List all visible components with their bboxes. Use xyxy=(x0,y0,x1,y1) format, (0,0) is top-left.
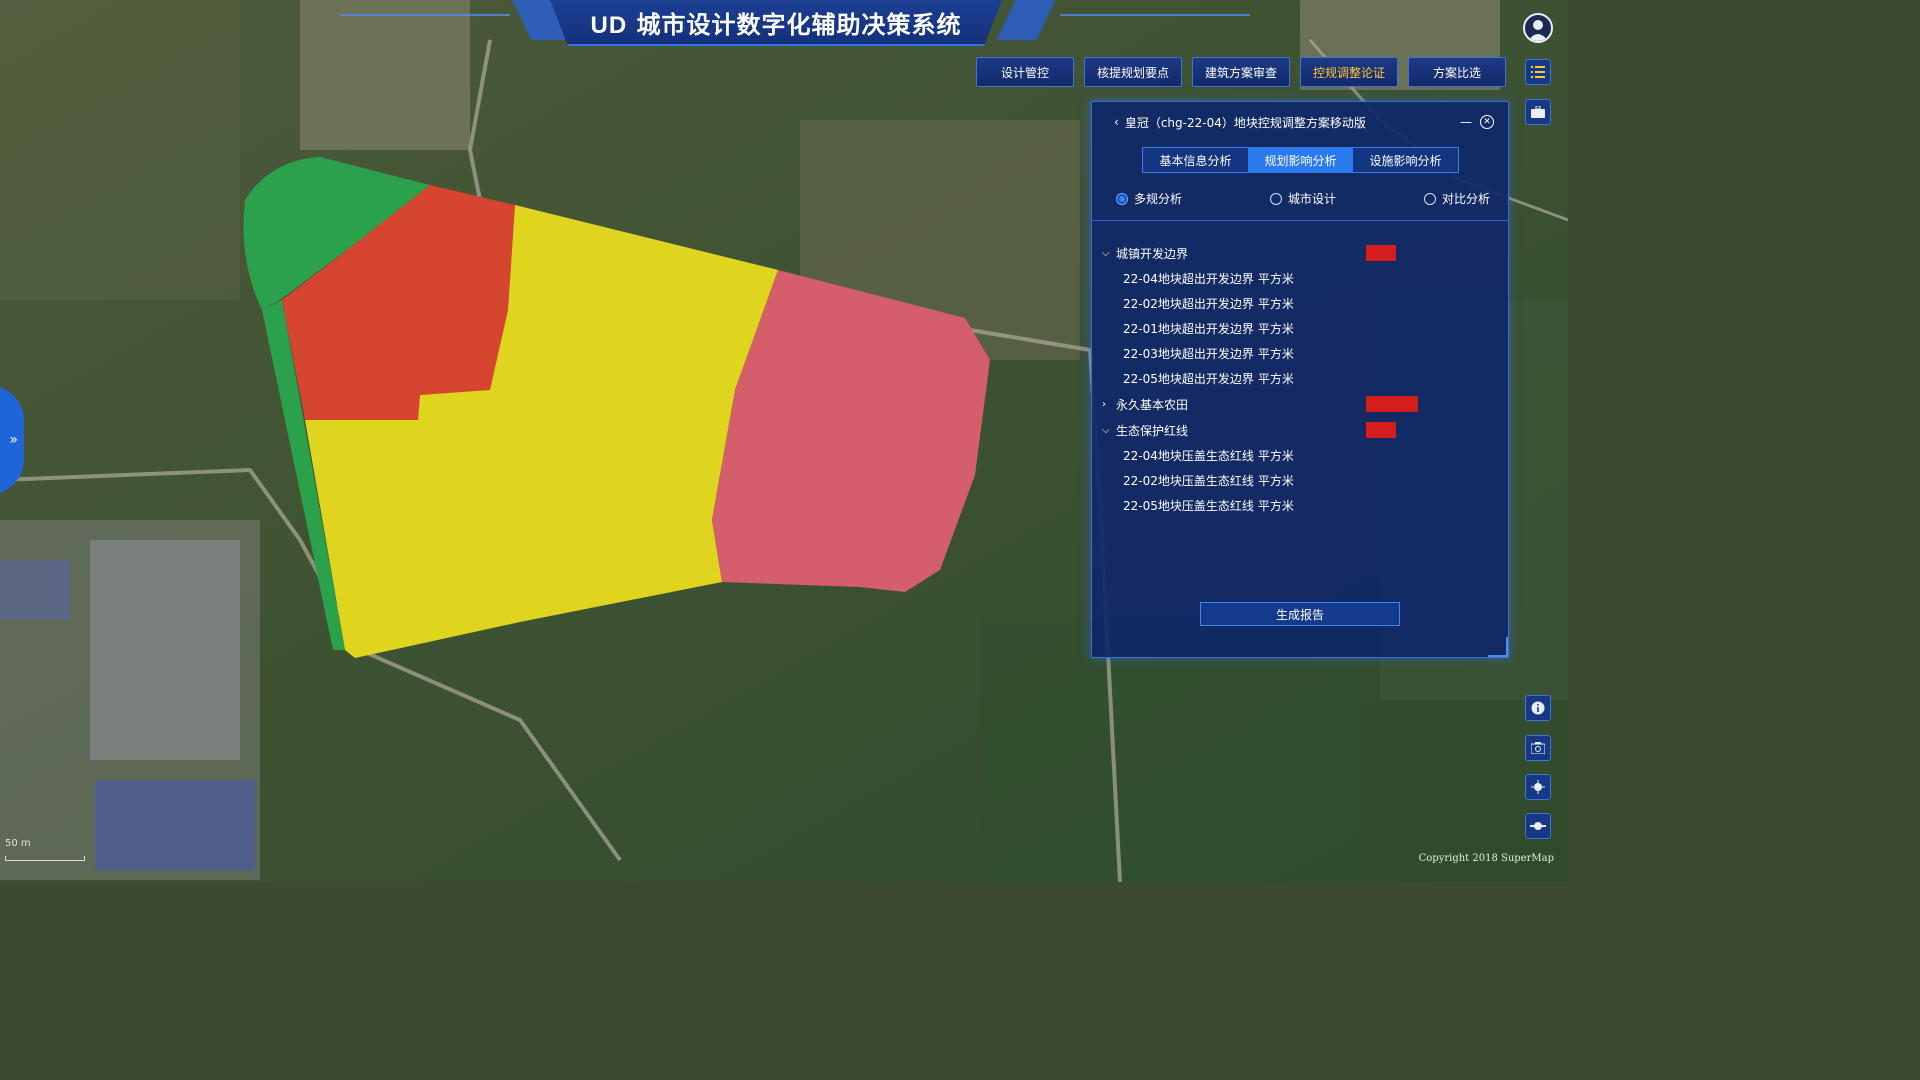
nav-design-control-button[interactable]: 设计管控 xyxy=(976,57,1074,87)
radio-label: 城市设计 xyxy=(1287,192,1336,206)
analysis-panel: ‹ 皇冠（chg-22-04）地块控规调整方案移动版 — ✕ 基本信息分析 规划… xyxy=(1091,101,1509,658)
list-item: 22-03地块超出开发边界 平方米 xyxy=(1123,347,1294,361)
radio-urban-design[interactable]: 城市设计 xyxy=(1269,190,1336,207)
list-menu-icon[interactable] xyxy=(1525,59,1551,85)
list-item: 22-05地块超出开发边界 平方米 xyxy=(1123,372,1294,386)
radio-unchecked-icon xyxy=(1423,192,1436,205)
chevron-down-icon: ⌵ xyxy=(1102,424,1110,436)
app-title-main: 城市设计数字化辅助决策系统 xyxy=(636,10,962,39)
copyright-text: Copyright 2018 SuperMap xyxy=(1418,853,1554,864)
chevron-right-icon: › xyxy=(1102,398,1106,410)
radio-multi-plan[interactable]: 多规分析 xyxy=(1116,190,1182,207)
title-deco-line-right xyxy=(1060,14,1250,16)
map-scale-bar xyxy=(5,856,85,861)
top-nav: 设计管控 核提规划要点 建筑方案审查 控规调整论证 方案比选 xyxy=(976,57,1506,87)
tab-facility-impact[interactable]: 设施影响分析 xyxy=(1353,148,1458,172)
back-chevron-icon[interactable]: ‹ xyxy=(1114,115,1119,129)
chevron-down-icon: ⌵ xyxy=(1102,247,1110,259)
group-label: 城镇开发边界 xyxy=(1116,246,1189,261)
tree-group-dev-boundary[interactable]: ⌵ 城镇开发边界 xyxy=(1102,240,1494,266)
info-icon[interactable] xyxy=(1525,695,1551,721)
radio-checked-icon xyxy=(1116,192,1128,205)
list-item: 22-01地块超出开发边界 平方米 xyxy=(1123,322,1294,336)
list-item: 22-02地块压盖生态红线 平方米 xyxy=(1123,474,1294,488)
analysis-tree: ⌵ 城镇开发边界 22-04地块超出开发边界 平方米 22-02地块超出开发边界平… xyxy=(1102,240,1494,518)
map-scale-label: 50 m xyxy=(5,838,31,849)
app-title-prefix: UD xyxy=(590,11,628,39)
generate-report-button[interactable]: 生成报告 xyxy=(1200,602,1400,626)
alert-badge xyxy=(1366,396,1418,412)
radio-label: 对比分析 xyxy=(1441,192,1490,206)
camera-icon[interactable] xyxy=(1525,735,1551,761)
toggle-icon[interactable] xyxy=(1525,813,1551,839)
radio-unchecked-icon xyxy=(1269,192,1282,205)
locate-icon[interactable] xyxy=(1525,774,1551,800)
alert-badge xyxy=(1366,245,1396,261)
briefcase-icon[interactable] xyxy=(1525,99,1551,125)
minimize-icon[interactable]: — xyxy=(1460,115,1472,129)
tree-group-farmland[interactable]: › 永久基本农田 xyxy=(1102,391,1494,417)
group-label: 永久基本农田 xyxy=(1116,397,1189,412)
nav-regulatory-adjustment-button[interactable]: 控规调整论证 xyxy=(1300,57,1398,87)
list-item: 22-05地块压盖生态红线 平方米 xyxy=(1123,499,1294,513)
panel-title: 皇冠（chg-22-04）地块控规调整方案移动版 xyxy=(1124,115,1366,130)
radio-label: 多规分析 xyxy=(1134,192,1183,206)
title-deco-line-left xyxy=(340,14,510,16)
analysis-mode-radios: 多规分析 城市设计 对比分析 xyxy=(1116,190,1490,207)
list-item: 22-04地块超出开发边界 平方米 xyxy=(1123,272,1294,286)
nav-scheme-comparison-button[interactable]: 方案比选 xyxy=(1408,57,1506,87)
user-avatar-icon[interactable] xyxy=(1523,13,1553,43)
alert-badge xyxy=(1366,422,1396,438)
list-item: 22-02地块超出开发边界 平方米 xyxy=(1123,297,1294,311)
app-title: UD 城市设计数字化辅助决策系统 xyxy=(590,5,961,40)
close-icon[interactable]: ✕ xyxy=(1480,115,1494,129)
radio-comparison[interactable]: 对比分析 xyxy=(1423,190,1490,207)
group-label: 生态保护红线 xyxy=(1116,423,1189,438)
double-chevron-right-icon: » xyxy=(9,432,18,448)
panel-divider xyxy=(1092,220,1508,221)
tree-group-eco-redline[interactable]: ⌵ 生态保护红线 xyxy=(1102,417,1494,443)
tab-planning-impact[interactable]: 规划影响分析 xyxy=(1248,148,1353,172)
nav-building-review-button[interactable]: 建筑方案审查 xyxy=(1192,57,1290,87)
title-banner: UD 城市设计数字化辅助决策系统 xyxy=(550,0,1002,46)
panel-tabs: 基本信息分析 规划影响分析 设施影响分析 xyxy=(1142,147,1459,173)
tab-basic-info[interactable]: 基本信息分析 xyxy=(1143,148,1248,172)
panel-header: ‹ 皇冠（chg-22-04）地块控规调整方案移动版 — ✕ xyxy=(1114,111,1494,133)
nav-planning-points-button[interactable]: 核提规划要点 xyxy=(1084,57,1182,87)
list-item: 22-04地块压盖生态红线 平方米 xyxy=(1123,449,1294,463)
panel-corner-deco xyxy=(1488,637,1508,657)
